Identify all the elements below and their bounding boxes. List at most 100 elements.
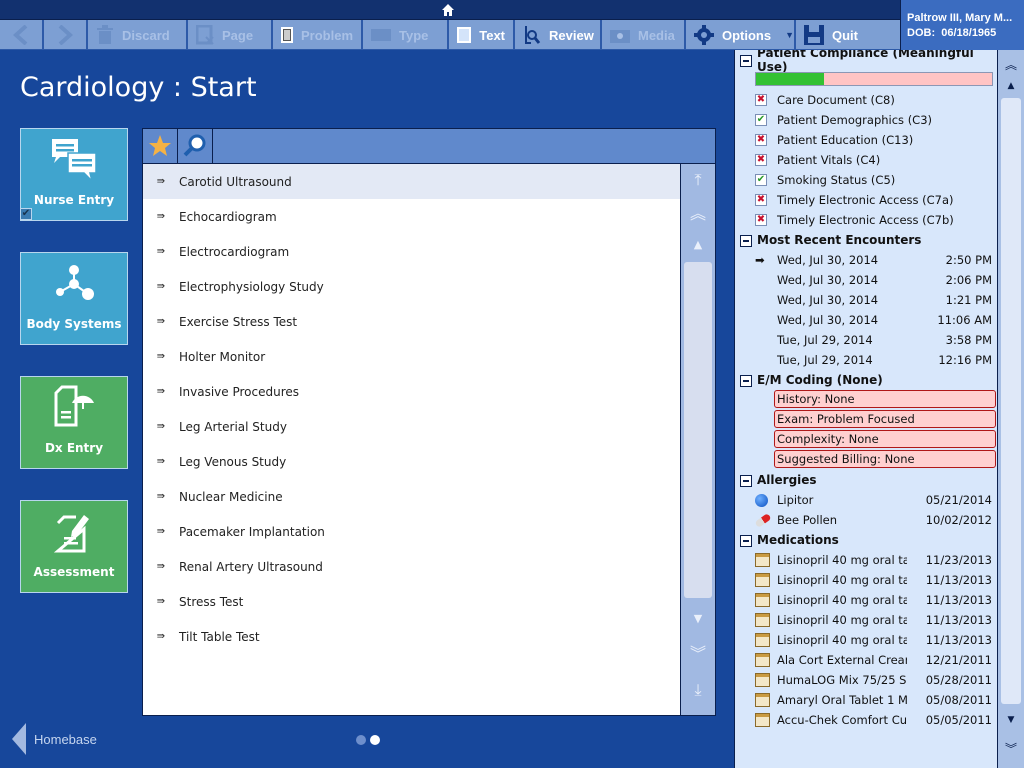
- medications-header[interactable]: Medications: [735, 530, 997, 550]
- media-button[interactable]: Media: [602, 20, 686, 50]
- arrow-icon: ⇛: [156, 211, 166, 222]
- compliance-header[interactable]: Patient Compliance (Meaningful Use): [735, 50, 997, 74]
- em-coding-item[interactable]: Exam: Problem Focused: [774, 410, 996, 428]
- page-button[interactable]: Page: [188, 20, 273, 50]
- list-scroll-thumb[interactable]: [684, 262, 712, 598]
- medication-item[interactable]: Lisinopril 40 mg oral tab... 11/13/2013: [735, 610, 997, 630]
- scroll-up-icon[interactable]: ▲: [681, 232, 715, 256]
- compliance-item[interactable]: ✖ Patient Education (C13): [735, 130, 997, 150]
- back-button[interactable]: [0, 20, 44, 50]
- collapse-icon[interactable]: [740, 235, 752, 247]
- encounters-title: Most Recent Encounters: [757, 233, 922, 247]
- encounter-item[interactable]: Wed, Jul 30, 2014 1:21 PM: [735, 290, 997, 310]
- list-item[interactable]: ⇛ Renal Artery Ultrasound: [143, 549, 680, 584]
- collapse-icon[interactable]: [740, 475, 752, 487]
- review-button[interactable]: Review: [515, 20, 602, 50]
- list-item[interactable]: ⇛ Pacemaker Implantation: [143, 514, 680, 549]
- page-dot-1[interactable]: [356, 735, 366, 745]
- collapse-icon[interactable]: [740, 535, 752, 547]
- allergy-item[interactable]: Lipitor 05/21/2014: [735, 490, 997, 510]
- nurse-entry-tile[interactable]: Nurse Entry: [20, 128, 128, 221]
- page-up-icon[interactable]: ︽: [998, 54, 1024, 74]
- compliance-item[interactable]: ✖ Timely Electronic Access (C7a): [735, 190, 997, 210]
- quit-button[interactable]: Quit: [796, 20, 876, 50]
- arrow-icon: ⇛: [156, 246, 166, 257]
- list-item-label: Nuclear Medicine: [179, 489, 283, 504]
- text-button[interactable]: Text: [449, 20, 515, 50]
- encounter-item[interactable]: ➡ Wed, Jul 30, 2014 2:50 PM: [735, 250, 997, 270]
- page-up-icon[interactable]: ︽: [681, 200, 715, 224]
- collapse-icon[interactable]: [740, 55, 752, 67]
- compliance-item[interactable]: ✔ Patient Demographics (C3): [735, 110, 997, 130]
- scroll-top-icon[interactable]: ⤒: [681, 168, 715, 192]
- homebase-button[interactable]: Homebase: [12, 722, 97, 756]
- medication-item[interactable]: Lisinopril 40 mg oral tab... 11/23/2013: [735, 550, 997, 570]
- medication-item[interactable]: Lisinopril 40 mg oral tab... 11/13/2013: [735, 590, 997, 610]
- favorites-button[interactable]: [143, 129, 178, 163]
- options-button[interactable]: Options ▼: [686, 20, 796, 50]
- assessment-tile[interactable]: Assessment: [20, 500, 128, 593]
- list-item[interactable]: ⇛ Tilt Table Test: [143, 619, 680, 654]
- arrow-icon: ⇛: [156, 631, 166, 642]
- list-item[interactable]: ⇛ Electrocardiogram: [143, 234, 680, 269]
- collapse-icon[interactable]: [740, 375, 752, 387]
- compliance-item[interactable]: ✖ Timely Electronic Access (C7b): [735, 210, 997, 230]
- em-coding-item[interactable]: Suggested Billing: None: [774, 450, 996, 468]
- list-item[interactable]: ⇛ Leg Arterial Study: [143, 409, 680, 444]
- list-item[interactable]: ⇛ Echocardiogram: [143, 199, 680, 234]
- page-dot-2[interactable]: [370, 735, 380, 745]
- medication-item[interactable]: Lisinopril 40 mg oral tab... 11/13/2013: [735, 570, 997, 590]
- encounter-item[interactable]: Wed, Jul 30, 2014 11:06 AM: [735, 310, 997, 330]
- encounter-date: Wed, Jul 30, 2014: [777, 253, 879, 267]
- medication-item[interactable]: HumaLOG Mix 75/25 Su... 05/28/2011: [735, 670, 997, 690]
- compliance-item[interactable]: ✖ Patient Vitals (C4): [735, 150, 997, 170]
- compliance-item[interactable]: ✖ Care Document (C8): [735, 90, 997, 110]
- list-item[interactable]: ⇛ Carotid Ultrasound: [143, 164, 680, 199]
- page-down-icon[interactable]: ︾: [681, 640, 715, 664]
- forward-button[interactable]: [44, 20, 88, 50]
- encounters-header[interactable]: Most Recent Encounters: [735, 230, 997, 250]
- scroll-down-icon[interactable]: ▼: [681, 606, 715, 630]
- list-item[interactable]: ⇛ Leg Venous Study: [143, 444, 680, 479]
- medication-item[interactable]: Accu-Chek Comfort Cur... 05/05/2011: [735, 710, 997, 730]
- body-systems-tile[interactable]: Body Systems: [20, 252, 128, 345]
- encounter-item[interactable]: Tue, Jul 29, 2014 3:58 PM: [735, 330, 997, 350]
- medication-item[interactable]: Amaryl Oral Tablet 1 MG 05/08/2011: [735, 690, 997, 710]
- home-icon[interactable]: [441, 3, 455, 17]
- problem-button[interactable]: Problem: [273, 20, 363, 50]
- arrow-icon: ⇛: [156, 316, 166, 327]
- em-coding-header[interactable]: E/M Coding (None): [735, 370, 997, 390]
- arrow-icon: ⇛: [156, 526, 166, 537]
- page-down-icon[interactable]: ︾: [998, 738, 1024, 758]
- list-item[interactable]: ⇛ Electrophysiology Study: [143, 269, 680, 304]
- list-item[interactable]: ⇛ Invasive Procedures: [143, 374, 680, 409]
- allergy-item[interactable]: Bee Pollen 10/02/2012: [735, 510, 997, 530]
- list-item[interactable]: ⇛ Exercise Stress Test: [143, 304, 680, 339]
- compliance-title: Patient Compliance (Meaningful Use): [757, 50, 974, 74]
- list-item[interactable]: ⇛ Holter Monitor: [143, 339, 680, 374]
- dx-entry-tile[interactable]: Dx Entry: [20, 376, 128, 469]
- discard-button[interactable]: Discard: [88, 20, 188, 50]
- list-item[interactable]: ⇛ Nuclear Medicine: [143, 479, 680, 514]
- allergies-header[interactable]: Allergies: [735, 470, 997, 490]
- medication-item[interactable]: Lisinopril 40 mg oral tab... 11/13/2013: [735, 630, 997, 650]
- page-label: Page: [222, 27, 254, 43]
- scroll-bottom-icon[interactable]: ⤓: [681, 678, 715, 702]
- sidebar-scrollbar[interactable]: ︽ ▲ ▼ ︾: [998, 50, 1024, 768]
- type-button[interactable]: Type: [363, 20, 449, 50]
- list-scrollbar[interactable]: ⤒ ︽ ▲ ▼ ︾ ⤓: [681, 164, 715, 715]
- encounter-time: 1:21 PM: [945, 293, 992, 307]
- prescription-icon: [755, 713, 777, 727]
- patient-banner[interactable]: Paltrow III, Mary M... DOB: 06/18/1965: [900, 0, 1024, 50]
- encounter-item[interactable]: Wed, Jul 30, 2014 2:06 PM: [735, 270, 997, 290]
- em-coding-item[interactable]: History: None: [774, 390, 996, 408]
- encounter-item[interactable]: Tue, Jul 29, 2014 12:16 PM: [735, 350, 997, 370]
- em-coding-item[interactable]: Complexity: None: [774, 430, 996, 448]
- list-item[interactable]: ⇛ Stress Test: [143, 584, 680, 619]
- search-button[interactable]: [178, 129, 213, 163]
- compliance-item[interactable]: ✔ Smoking Status (C5): [735, 170, 997, 190]
- scroll-up-icon[interactable]: ▲: [998, 76, 1024, 96]
- scroll-down-icon[interactable]: ▼: [998, 710, 1024, 730]
- sidebar-scroll-thumb[interactable]: [1001, 98, 1021, 704]
- medication-item[interactable]: Ala Cort External Cream... 12/21/2011: [735, 650, 997, 670]
